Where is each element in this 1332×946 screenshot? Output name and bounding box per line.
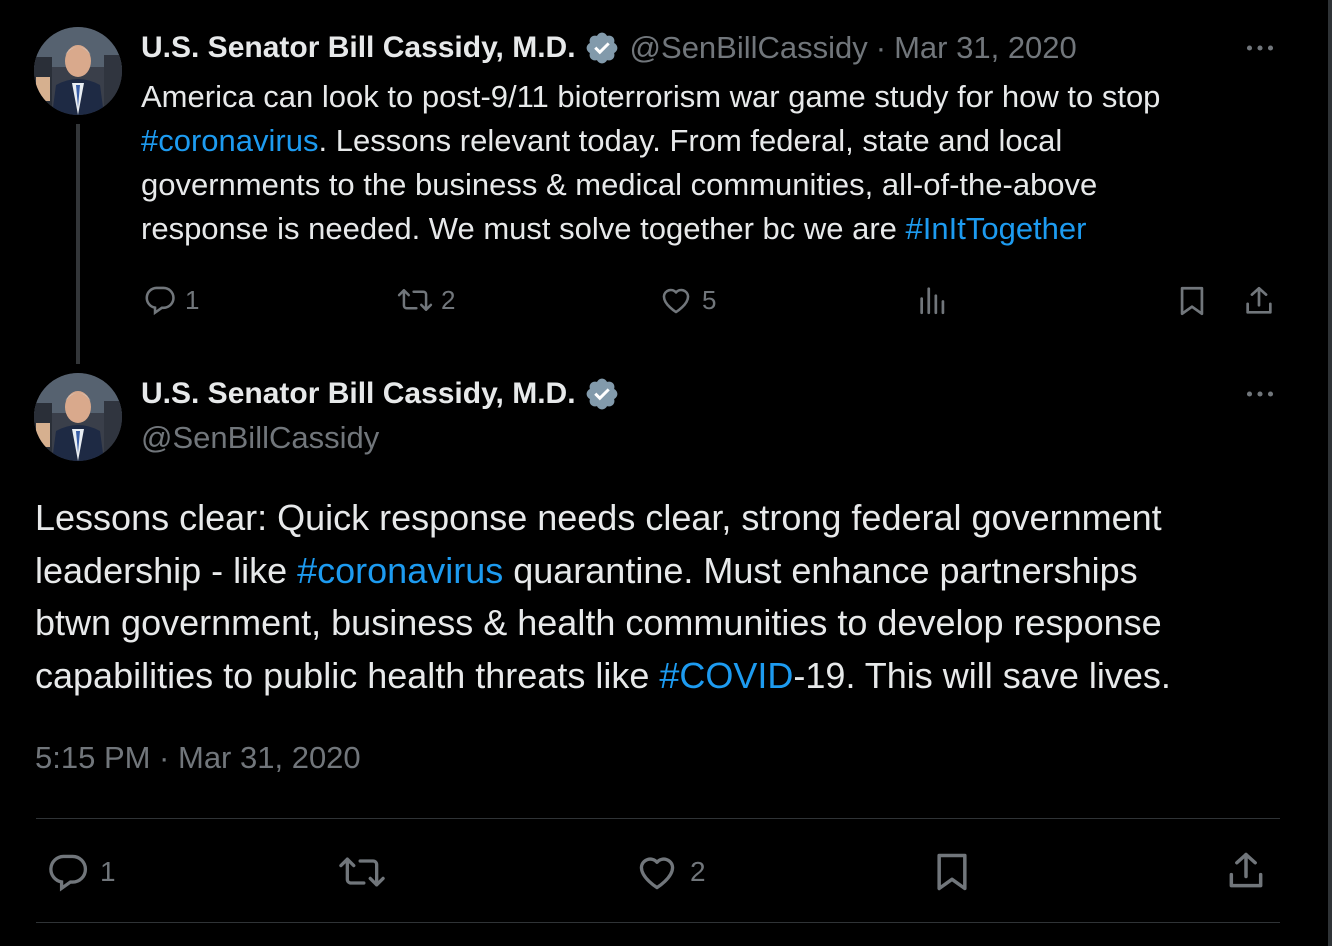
share-button[interactable]	[1242, 283, 1276, 319]
reply-button[interactable]: 1	[143, 283, 199, 317]
text-segment: leadership - like	[35, 549, 298, 591]
bookmark-button[interactable]	[930, 848, 974, 896]
heart-icon	[634, 850, 680, 894]
thread-connector-line	[76, 124, 80, 364]
bookmark-button[interactable]	[1175, 283, 1209, 319]
hashtag-link[interactable]: #InItTogether	[906, 211, 1087, 246]
avatar[interactable]	[34, 27, 122, 115]
tweet-line: #coronavirus. Lessons relevant today. Fr…	[141, 119, 1291, 163]
hashtag-link[interactable]: #COVID	[659, 655, 793, 696]
tweet-line: response is needed. We must solve togeth…	[141, 207, 1291, 251]
views-icon	[916, 283, 950, 317]
tweet-line: governments to the business & medical co…	[141, 163, 1291, 207]
tweet1-text: America can look to post-9/11 bioterrori…	[141, 75, 1291, 251]
tweet-line: Lessons clear: Quick response needs clea…	[35, 492, 1285, 545]
text-segment: response is needed. We must solve togeth…	[141, 211, 906, 246]
text-segment: quarantine. Must enhance partnerships	[503, 549, 1138, 591]
avatar-photo	[34, 27, 122, 115]
text-segment: . Lessons relevant today. From federal, …	[318, 123, 1063, 158]
views-button[interactable]	[916, 283, 950, 317]
tweet2-text: Lessons clear: Quick response needs clea…	[35, 492, 1285, 702]
bookmark-icon	[930, 848, 974, 896]
text-segment: Lessons clear: Quick response needs clea…	[35, 497, 1162, 538]
window-edge	[1328, 0, 1332, 946]
avatar[interactable]	[34, 373, 122, 461]
reply-icon	[46, 850, 90, 894]
tweet-line: capabilities to public health threats li…	[35, 650, 1285, 703]
tweet-line: America can look to post-9/11 bioterrori…	[141, 75, 1291, 119]
heart-icon	[658, 283, 694, 317]
reply-count: 1	[185, 284, 200, 315]
tweet-line: leadership - like #coronavirus quarantin…	[35, 545, 1285, 598]
text-segment: capabilities to public health threats li…	[35, 654, 660, 696]
like-button[interactable]: 2	[634, 850, 706, 894]
share-button[interactable]	[1224, 848, 1268, 894]
divider	[36, 818, 1280, 819]
hashtag-link[interactable]: #coronavirus	[297, 550, 503, 591]
text-segment: America can look to post-9/11 bioterrori…	[141, 79, 1161, 114]
reply-icon	[143, 283, 177, 317]
like-button[interactable]: 5	[658, 283, 716, 317]
share-icon	[1224, 848, 1268, 894]
retweet-count: 2	[441, 284, 456, 315]
tweet-timestamp[interactable]: 5:15 PM · Mar 31, 2020	[35, 740, 361, 776]
verified-badge-icon	[584, 376, 620, 412]
tweet-line: btwn government, business & health commu…	[35, 597, 1285, 650]
reply-count: 1	[100, 856, 116, 887]
share-icon	[1242, 283, 1276, 319]
divider	[36, 922, 1280, 923]
text-segment: btwn government, business & health commu…	[35, 602, 1162, 643]
author-name[interactable]: U.S. Senator Bill Cassidy, M.D.	[141, 31, 576, 65]
avatar-photo	[34, 373, 122, 461]
retweet-icon	[397, 283, 433, 317]
text-segment: -19. This will save lives.	[793, 654, 1171, 696]
tweet2-header: U.S. Senator Bill Cassidy, M.D.	[141, 376, 620, 412]
retweet-button[interactable]: 2	[397, 283, 455, 317]
author-name[interactable]: U.S. Senator Bill Cassidy, M.D.	[141, 377, 576, 411]
more-icon[interactable]	[1242, 376, 1278, 412]
bookmark-icon	[1175, 283, 1209, 319]
author-handle[interactable]: @SenBillCassidy	[141, 420, 379, 456]
reply-button[interactable]: 1	[46, 850, 116, 894]
retweet-button[interactable]	[338, 850, 386, 894]
like-count: 2	[690, 856, 706, 887]
verified-badge-icon	[584, 30, 620, 66]
like-count: 5	[702, 284, 717, 315]
more-icon[interactable]	[1242, 30, 1278, 66]
retweet-icon	[338, 850, 386, 894]
tweet1-header: U.S. Senator Bill Cassidy, M.D. @SenBill…	[141, 30, 1077, 66]
text-segment: governments to the business & medical co…	[141, 167, 1098, 202]
author-handle[interactable]: @SenBillCassidy	[630, 30, 868, 66]
hashtag-link[interactable]: #coronavirus	[141, 123, 318, 158]
separator-dot: ·	[875, 30, 887, 65]
tweet-date[interactable]: Mar 31, 2020	[894, 30, 1077, 66]
